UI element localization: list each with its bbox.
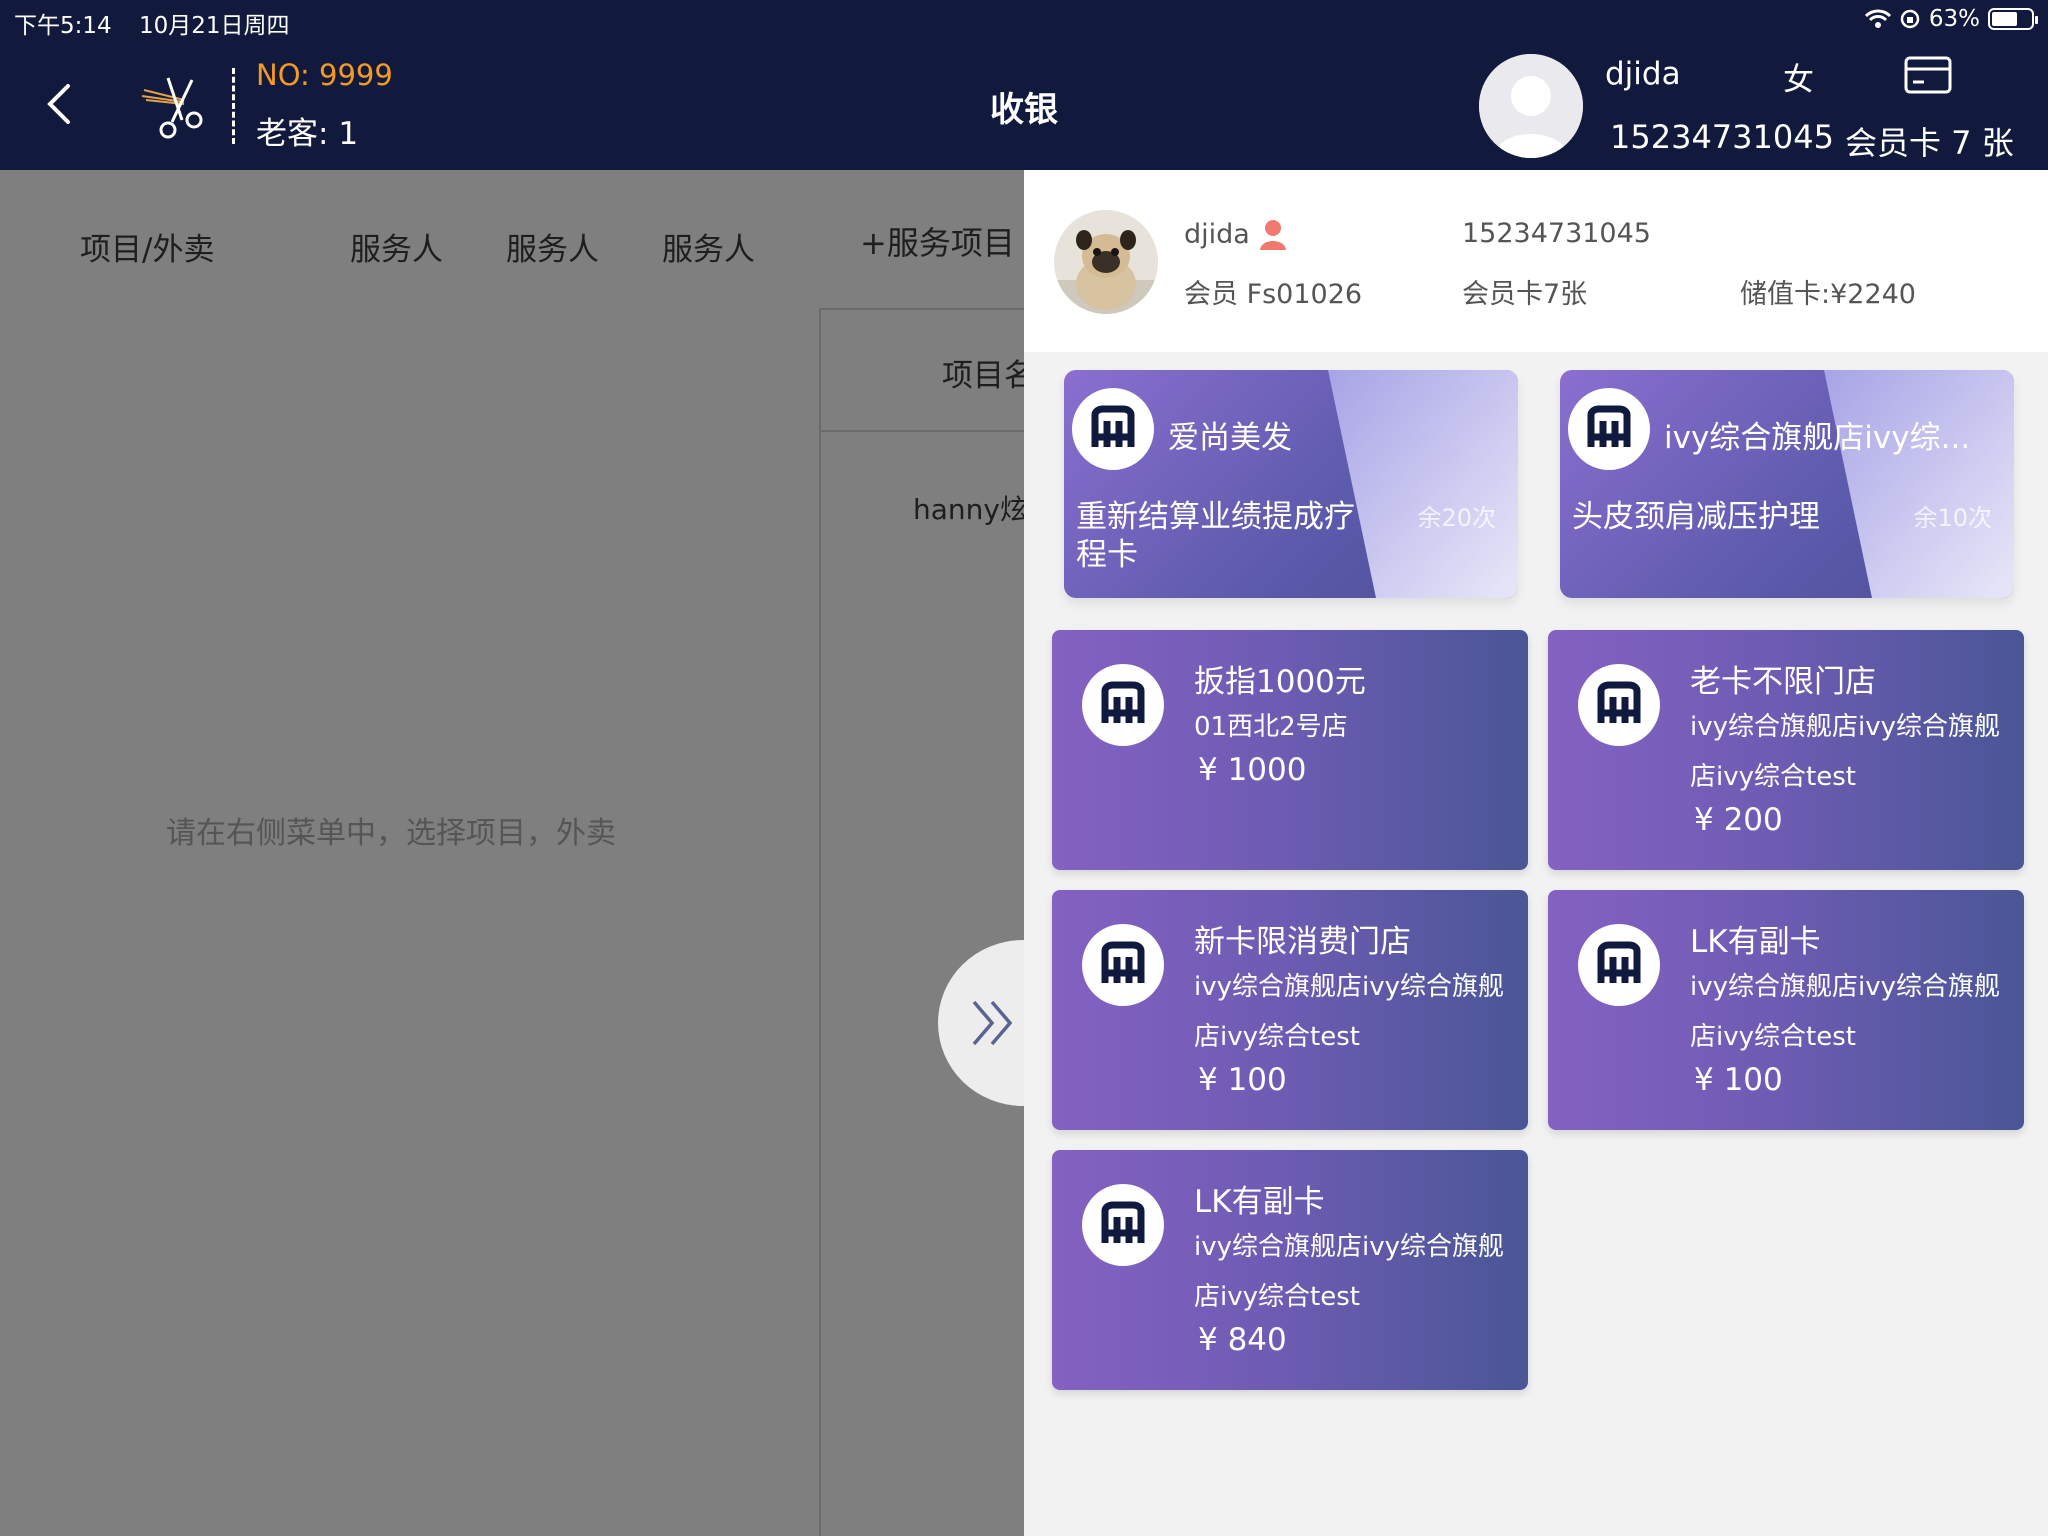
value-card-price: ¥ 100 (1198, 1062, 1287, 1098)
course-card-remaining: 余20次 (1417, 504, 1496, 532)
customer-gender: 女 (1783, 62, 1814, 98)
value-card[interactable]: 老卡不限门店 ivy综合旗舰店ivy综合旗舰店ivy综合test ¥ 200 (1548, 630, 2024, 870)
member-name: djida (1184, 218, 1288, 250)
status-bar-left: 下午5:14 10月21日周四 (14, 6, 310, 40)
value-card-price: ¥ 200 (1694, 802, 1783, 838)
avatar-placeholder-icon (1479, 54, 1583, 158)
course-card-remaining: 余10次 (1913, 504, 1992, 532)
store-logo-icon (1578, 664, 1660, 746)
member-info-bar: djida 会员 Fs01026 15234731045 会员卡7张 储值卡:¥… (1024, 170, 2048, 352)
column-header-staff-3[interactable]: 服务人 (662, 224, 755, 269)
double-chevron-right-icon (972, 1000, 1013, 1046)
rotation-lock-icon (1900, 9, 1920, 29)
course-card-store: ivy综合旗舰店ivy综... (1664, 420, 1971, 456)
member-card-count[interactable]: 会员卡 7 张 (1845, 118, 2014, 164)
female-icon (1259, 220, 1286, 250)
value-card-price: ¥ 1000 (1198, 752, 1307, 788)
course-card-item: 头皮颈肩减压护理 (1572, 499, 1820, 535)
page-title: 收银 (990, 90, 1058, 130)
old-guest-count: 老客: 1 (256, 108, 358, 153)
store-logo-icon (1578, 924, 1660, 1006)
scissors-icon (141, 77, 203, 139)
customer-name: djida (1605, 56, 1681, 92)
customer-avatar[interactable] (1479, 54, 1583, 158)
top-bar: 下午5:14 10月21日周四 63% NO: 9999 老客: 1 收银 dj… (0, 0, 2048, 170)
store-logo-icon (1082, 924, 1164, 1006)
store-logo-icon (1568, 388, 1650, 470)
wifi-icon (1864, 9, 1891, 28)
member-avatar[interactable] (1054, 210, 1158, 314)
member-level: 会员 Fs01026 (1184, 279, 1363, 310)
value-card-title: LK有副卡 (1194, 1184, 1325, 1220)
store-logo-icon (1072, 388, 1154, 470)
value-card[interactable]: LK有副卡 ivy综合旗舰店ivy综合旗舰店ivy综合test ¥ 100 (1548, 890, 2024, 1130)
battery-percent: 63% (1928, 6, 1980, 32)
status-bar-right: 63% (1864, 6, 2038, 32)
value-card-price: ¥ 840 (1198, 1322, 1287, 1358)
column-header-staff-1[interactable]: 服务人 (350, 224, 443, 269)
value-card[interactable]: 新卡限消费门店 ivy综合旗舰店ivy综合旗舰店ivy综合test ¥ 100 (1052, 890, 1528, 1130)
member-name-text: djida (1184, 218, 1250, 250)
store-logo-icon (1082, 664, 1164, 746)
table-cell[interactable]: hanny炫 (913, 488, 1028, 528)
member-phone: 15234731045 (1462, 218, 1651, 249)
stored-value-balance: 储值卡:¥2240 (1740, 279, 1916, 310)
back-icon[interactable] (40, 82, 84, 126)
dog-photo (1054, 210, 1158, 314)
value-card-title: 新卡限消费门店 (1194, 924, 1411, 960)
value-card-desc: ivy综合旗舰店ivy综合旗舰店ivy综合test (1194, 1232, 1504, 1312)
column-header-item: 项目/外卖 (80, 232, 215, 268)
value-card-title: LK有副卡 (1690, 924, 1821, 960)
value-card-desc: ivy综合旗舰店ivy综合旗舰店ivy综合test (1690, 972, 2000, 1052)
value-card-desc: ivy综合旗舰店ivy综合旗舰店ivy综合test (1194, 972, 1504, 1052)
customer-phone: 15234731045 (1610, 118, 1834, 156)
ticket-number: NO: 9999 (256, 58, 393, 92)
status-date: 10月21日周四 (138, 13, 290, 39)
course-card[interactable]: 爱尚美发 重新结算业绩提成疗程卡 余20次 (1064, 370, 1518, 598)
card-icon[interactable] (1904, 56, 1952, 94)
ticket-number-label: NO: (256, 58, 310, 92)
member-card-panel: djida 会员 Fs01026 15234731045 会员卡7张 储值卡:¥… (1024, 170, 2048, 1536)
empty-hint: 请在右侧菜单中，选择项目，外卖 (166, 816, 616, 851)
add-service-button[interactable]: +服务项目 (860, 218, 1015, 264)
order-area: 项目/外卖 服务人 服务人 服务人 +服务项目 项目名 hanny炫 请在右侧菜… (0, 170, 1108, 1536)
status-time: 下午5:14 (14, 13, 112, 39)
store-logo-icon (1082, 1184, 1164, 1266)
value-card[interactable]: 扳指1000元 01西北2号店 ¥ 1000 (1052, 630, 1528, 870)
member-card-count-label: 会员卡7张 (1462, 279, 1588, 310)
header-divider (232, 68, 235, 144)
value-card-title: 老卡不限门店 (1690, 664, 1876, 700)
value-card-desc: 01西北2号店 (1194, 712, 1348, 742)
course-card-store: 爱尚美发 (1168, 420, 1292, 456)
old-guest-value: 1 (338, 116, 359, 152)
value-card-desc: ivy综合旗舰店ivy综合旗舰店ivy综合test (1690, 712, 2000, 792)
table-divider (819, 430, 1039, 432)
table-header-item-name: 项目名 (942, 358, 1035, 394)
value-card-title: 扳指1000元 (1194, 664, 1366, 700)
old-guest-label: 老客: (256, 116, 329, 152)
course-card[interactable]: ivy综合旗舰店ivy综... 头皮颈肩减压护理 余10次 (1560, 370, 2014, 598)
value-card[interactable]: LK有副卡 ivy综合旗舰店ivy综合旗舰店ivy综合test ¥ 840 (1052, 1150, 1528, 1390)
course-card-item: 重新结算业绩提成疗程卡 (1076, 499, 1355, 573)
ticket-number-value: 9999 (319, 58, 393, 92)
battery-icon (1988, 8, 2038, 30)
column-header-staff-2[interactable]: 服务人 (506, 224, 599, 269)
value-card-price: ¥ 100 (1694, 1062, 1783, 1098)
